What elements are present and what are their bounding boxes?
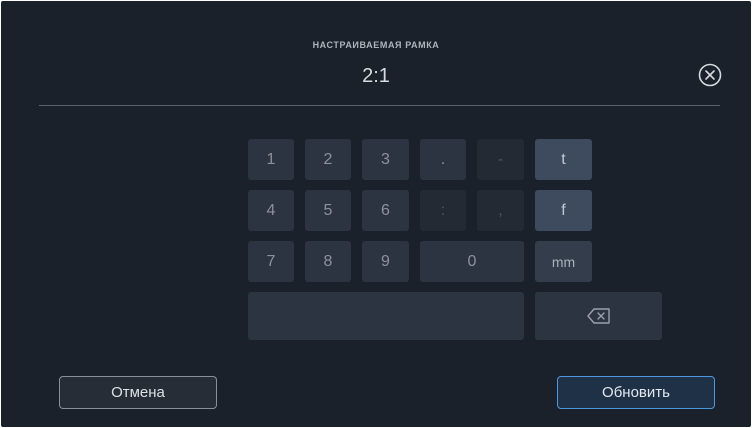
- key-4[interactable]: 4: [248, 190, 294, 231]
- unit-key-f[interactable]: f: [535, 190, 592, 231]
- key-9[interactable]: 9: [362, 241, 409, 282]
- backspace-icon: [586, 308, 611, 324]
- backspace-key[interactable]: [535, 292, 662, 340]
- dialog-title: НАСТРАИВАЕМАЯ РАМКА: [312, 40, 440, 50]
- key-0[interactable]: 0: [420, 241, 524, 282]
- custom-frame-dialog: НАСТРАИВАЕМАЯ РАМКА 2:1 1 2 3 . - t 4 5 …: [1, 1, 751, 427]
- key-8[interactable]: 8: [305, 241, 351, 282]
- key-7[interactable]: 7: [248, 241, 294, 282]
- space-key[interactable]: [248, 292, 524, 340]
- cancel-button[interactable]: Отмена: [59, 376, 217, 409]
- close-icon[interactable]: [698, 63, 722, 87]
- key-6[interactable]: 6: [362, 190, 409, 231]
- key-dash: -: [477, 139, 524, 180]
- key-5[interactable]: 5: [305, 190, 351, 231]
- key-colon: :: [420, 190, 466, 231]
- key-3[interactable]: 3: [362, 139, 409, 180]
- unit-key-t[interactable]: t: [535, 139, 592, 180]
- header-divider: [39, 105, 720, 106]
- update-button[interactable]: Обновить: [557, 376, 715, 409]
- key-1[interactable]: 1: [248, 139, 294, 180]
- value-display: 2:1: [362, 65, 390, 87]
- key-comma: ,: [477, 190, 524, 231]
- key-2[interactable]: 2: [305, 139, 351, 180]
- key-period[interactable]: .: [420, 139, 466, 180]
- unit-key-mm[interactable]: mm: [535, 241, 592, 282]
